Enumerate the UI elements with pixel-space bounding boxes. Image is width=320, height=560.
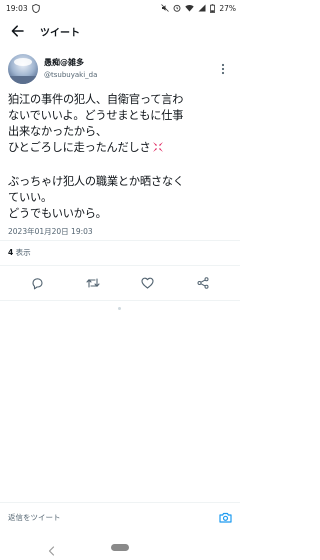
views-count[interactable]: 4 表示	[8, 247, 31, 258]
tweet-text-line: ないでいいよ。どうせまともに仕事	[8, 109, 184, 122]
tweet-actions	[0, 270, 240, 296]
battery-percent: 27%	[219, 3, 236, 13]
back-button[interactable]	[2, 16, 32, 46]
status-time: 19:03	[6, 3, 28, 13]
share-icon	[197, 277, 208, 289]
signal-icon	[198, 4, 206, 12]
divider	[0, 300, 240, 301]
reply-icon	[32, 277, 43, 289]
reply-button[interactable]	[25, 270, 51, 296]
more-vertical-icon	[221, 63, 225, 75]
tweet-detail: 愚痴@雑多 @tsubuyaki_da 狛江の事件の犯人、自衛官って言わ ないで…	[0, 52, 240, 237]
tweet-text-line: ていい。	[8, 191, 52, 204]
camera-button[interactable]	[216, 509, 234, 527]
shield-icon	[31, 3, 40, 13]
divider	[0, 240, 240, 241]
tweet-text-line: ひとごろしに走ったんだしさ	[8, 141, 151, 154]
user-handle[interactable]: @tsubuyaki_da	[44, 69, 97, 81]
avatar[interactable]	[8, 54, 38, 84]
app-header: ツイート	[0, 16, 240, 46]
divider	[0, 265, 240, 266]
tweet-text-line: 出来なかったから、	[8, 125, 107, 138]
share-button[interactable]	[190, 270, 216, 296]
system-nav-bar	[0, 534, 240, 560]
tweet-text: 狛江の事件の犯人、自衛官って言わ ないでいいよ。どうせまともに仕事 出来なかった…	[8, 92, 232, 222]
tweet-timestamp[interactable]: 2023年01月20日 19:03	[8, 226, 232, 237]
reply-input[interactable]: 返信をツイート	[8, 512, 216, 523]
tweet-text-line: どうでもいいから。	[8, 207, 107, 220]
loading-indicator	[118, 307, 121, 310]
wifi-icon	[185, 4, 195, 12]
status-bar: 19:03 27%	[0, 0, 240, 16]
like-button[interactable]	[135, 270, 161, 296]
mute-icon	[161, 4, 170, 12]
alarm-icon	[173, 4, 181, 12]
tweet-text-line: 狛江の事件の犯人、自衛官って言わ	[8, 93, 184, 106]
reply-bar: 返信をツイート	[0, 502, 240, 532]
views-label: 表示	[13, 248, 31, 257]
retweet-icon	[85, 278, 100, 288]
arrow-left-icon	[11, 25, 24, 37]
tweet-text-line: ぶっちゃけ犯人の職業とか晒さなく	[8, 175, 184, 188]
more-options-button[interactable]	[214, 60, 232, 78]
tweet-author: 愚痴@雑多 @tsubuyaki_da	[8, 52, 232, 86]
camera-icon	[218, 512, 232, 523]
home-pill[interactable]	[111, 543, 129, 551]
nav-back-icon[interactable]	[48, 541, 55, 560]
like-icon	[141, 277, 154, 289]
battery-icon	[210, 3, 216, 13]
page-title: ツイート	[40, 27, 80, 39]
retweet-button[interactable]	[80, 270, 106, 296]
anger-icon	[152, 141, 164, 158]
display-name[interactable]: 愚痴@雑多	[44, 57, 97, 69]
tweet-text-line-with-emoji: ひとごろしに走ったんだしさ	[8, 140, 232, 158]
